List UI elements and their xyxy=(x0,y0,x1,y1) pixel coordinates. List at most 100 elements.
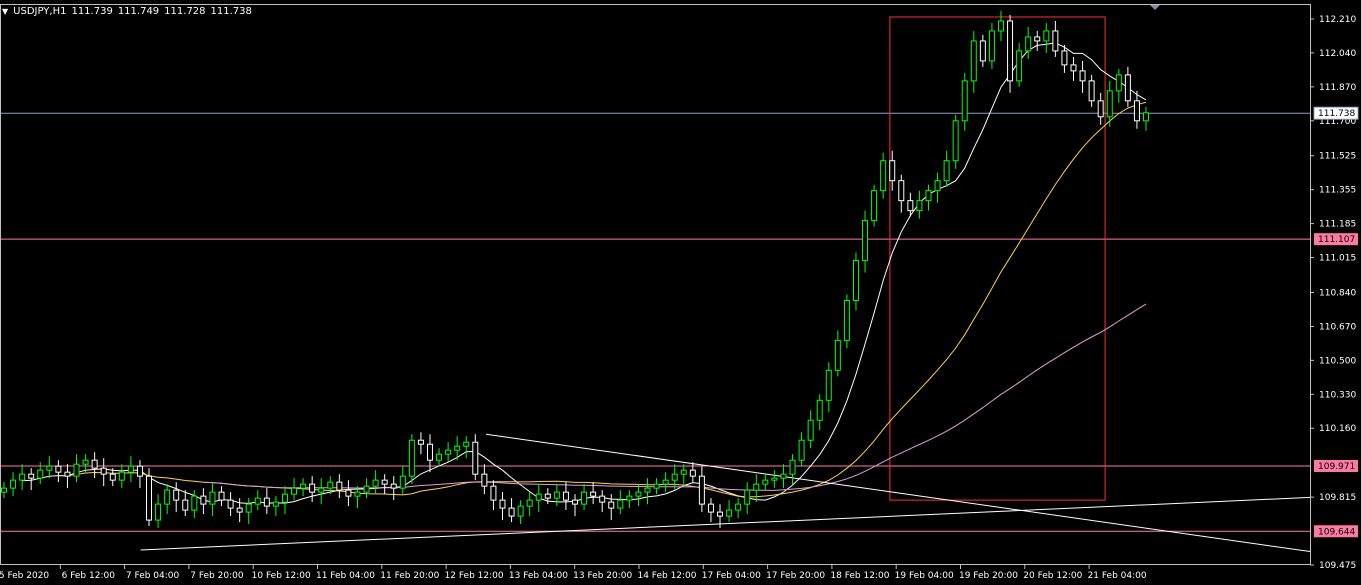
candle-body xyxy=(599,495,606,503)
candle-body xyxy=(454,445,461,451)
candle-body xyxy=(73,463,80,477)
candle-body xyxy=(1088,80,1095,102)
candle-body xyxy=(28,473,35,479)
x-tick-label: 12 Feb 12:00 xyxy=(445,571,504,581)
x-tick-label: 5 Feb 2020 xyxy=(0,571,49,581)
candle-body xyxy=(100,467,107,475)
candle-body xyxy=(263,497,270,507)
candle-body xyxy=(635,491,642,497)
x-tick-label: 21 Feb 04:00 xyxy=(1088,571,1147,581)
candle-body xyxy=(952,120,959,162)
candle-body xyxy=(1052,30,1059,52)
candle-body xyxy=(182,499,189,511)
candle-body xyxy=(146,475,153,521)
y-tick-label: 110.500 xyxy=(1319,356,1356,366)
y-tick-label: 110.160 xyxy=(1319,424,1356,434)
y-tick-label: 109.815 xyxy=(1319,493,1356,503)
candle-body xyxy=(1097,100,1104,118)
candle-body xyxy=(508,507,515,517)
price-tag-label: 109.971 xyxy=(1318,462,1355,472)
candle-body xyxy=(390,483,397,489)
candle-body xyxy=(1124,74,1131,102)
candle-body xyxy=(988,30,995,62)
candle-body xyxy=(127,465,134,473)
candle-body xyxy=(680,469,687,475)
candle-body xyxy=(1007,20,1014,82)
candle-body xyxy=(825,369,832,401)
candle-body xyxy=(19,473,26,481)
candle-body xyxy=(164,489,171,505)
candle-body xyxy=(1133,100,1140,122)
candle-body xyxy=(689,469,696,477)
x-tick-label: 13 Feb 20:00 xyxy=(573,571,632,581)
candle-body xyxy=(354,491,361,497)
candle-body xyxy=(291,487,298,495)
candle-body xyxy=(218,491,225,501)
x-tick-label: 6 Feb 12:00 xyxy=(62,571,116,581)
candle-body xyxy=(481,473,488,487)
candle-body xyxy=(553,491,560,499)
candle-body xyxy=(979,40,986,62)
candle-body xyxy=(336,481,343,491)
candle-body xyxy=(698,475,705,505)
y-tick-label: 111.015 xyxy=(1319,254,1356,264)
x-tick-label: 13 Feb 04:00 xyxy=(509,571,568,581)
candle-body xyxy=(744,489,751,505)
candle-body xyxy=(254,497,261,505)
candle-body xyxy=(880,160,887,192)
candle-body xyxy=(997,20,1004,32)
candle-body xyxy=(1,487,7,493)
y-tick-label: 111.185 xyxy=(1319,220,1356,230)
chart-title-bar: ▼ USDJPY,H1 111.739 111.749 111.728 111.… xyxy=(2,5,252,19)
candle-body xyxy=(762,479,769,485)
candle-body xyxy=(136,465,143,477)
candle-body xyxy=(707,503,714,513)
price-tag-label: 109.644 xyxy=(1318,527,1355,537)
candle-body xyxy=(399,475,406,489)
candle-body xyxy=(916,200,923,212)
y-tick-label: 111.870 xyxy=(1319,83,1356,93)
candle-body xyxy=(200,495,207,505)
x-tick-label: 17 Feb 04:00 xyxy=(702,571,761,581)
candle-body xyxy=(1043,30,1050,42)
candle-body xyxy=(381,479,388,485)
candle-body xyxy=(816,399,823,421)
candle-body xyxy=(970,40,977,82)
candle-body xyxy=(82,459,89,465)
symbol-label: USDJPY,H1 xyxy=(13,6,67,17)
price-tag-label: 111.738 xyxy=(1318,109,1355,119)
candle-body xyxy=(472,441,479,475)
candle-body xyxy=(309,483,316,493)
x-tick-label: 17 Feb 20:00 xyxy=(766,571,825,581)
candle-body xyxy=(907,200,914,212)
x-tick-label: 11 Feb 20:00 xyxy=(380,571,439,581)
candle-body xyxy=(735,503,742,511)
price-chart[interactable]: 112.210112.040111.870111.700111.525111.3… xyxy=(0,0,1361,585)
candle-body xyxy=(862,220,869,262)
candle-body xyxy=(617,499,624,509)
candle-body xyxy=(209,491,216,505)
candle-body xyxy=(943,160,950,182)
y-tick-label: 111.525 xyxy=(1319,152,1356,162)
candle-body xyxy=(300,483,307,489)
open-value: 111.739 xyxy=(71,6,113,17)
candle-body xyxy=(925,190,932,202)
candle-body xyxy=(1106,90,1113,118)
y-tick-label: 110.670 xyxy=(1319,322,1356,332)
candle-body xyxy=(753,483,760,491)
x-tick-label: 14 Feb 12:00 xyxy=(637,571,696,581)
candle-body xyxy=(771,477,778,481)
x-tick-label: 11 Feb 04:00 xyxy=(316,571,375,581)
candle-body xyxy=(1079,70,1086,82)
price-tag-label: 111.107 xyxy=(1318,235,1355,245)
x-tick-label: 19 Feb 20:00 xyxy=(959,571,1018,581)
candle-body xyxy=(1115,74,1122,92)
candle-body xyxy=(436,453,443,461)
candle-body xyxy=(1034,36,1041,42)
x-tick-label: 19 Feb 04:00 xyxy=(895,571,954,581)
candle-body xyxy=(55,465,62,473)
candle-body xyxy=(236,507,243,513)
candle-body xyxy=(227,499,234,509)
menu-triangle-icon[interactable]: ▼ xyxy=(2,5,8,19)
candle-body xyxy=(272,501,279,507)
